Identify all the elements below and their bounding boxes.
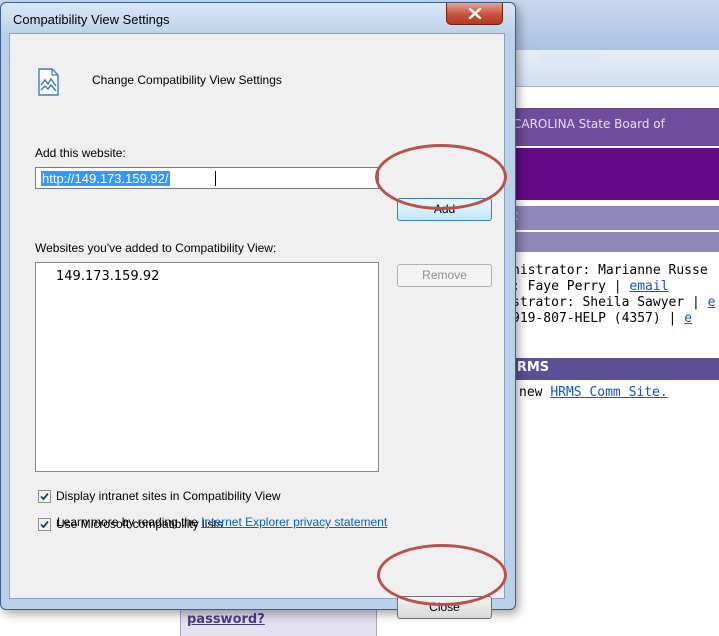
email-link-2[interactable]: e (708, 295, 716, 310)
close-x-icon (468, 8, 482, 19)
intranet-checkbox[interactable] (38, 490, 51, 503)
website-url-input[interactable]: http://149.173.159.92/ (35, 167, 379, 189)
dialog-titlebar[interactable]: Compatibility View Settings (1, 3, 515, 33)
url-selected-text: http://149.173.159.92/ (41, 171, 170, 186)
site-banner-text: CAROLINA State Board of (513, 117, 665, 131)
contact-line-4: 919-807-HELP (4357) | e (512, 311, 693, 326)
email-link-3[interactable]: e (684, 311, 692, 326)
privacy-statement-link[interactable]: Internet Explorer privacy statement (201, 515, 387, 529)
dialog-body: Change Compatibility View Settings Add t… (9, 33, 505, 619)
close-button[interactable]: Close (397, 596, 492, 619)
intranet-option-label[interactable]: Display intranet sites in Compatibility … (56, 489, 281, 503)
text-caret (215, 171, 216, 186)
compatibility-view-icon (36, 68, 60, 100)
add-website-label: Add this website: (35, 146, 126, 160)
site-header-band (505, 148, 719, 200)
contact-line-1: nistrator: Marianne Russe (512, 263, 708, 278)
checkmark-icon (40, 520, 49, 529)
hrms-line: new HRMS Comm Site. (519, 385, 668, 400)
close-x-button[interactable] (446, 3, 503, 25)
dialog-title: Compatibility View Settings (13, 12, 170, 27)
learn-more-text: Learn more by reading the Internet Explo… (57, 515, 388, 529)
email-link[interactable]: email (629, 279, 668, 294)
forgot-password-link[interactable]: password? (187, 612, 265, 627)
compatibility-view-dialog: Compatibility View Settings Change Compa… (0, 2, 516, 619)
ms-lists-checkbox[interactable] (38, 518, 51, 531)
website-list[interactable]: 149.173.159.92 (35, 262, 379, 472)
section-bar (505, 206, 719, 230)
remove-button[interactable]: Remove (397, 264, 492, 287)
contact-line-2: : Faye Perry | email (512, 279, 669, 294)
contact-list: nistrator: Marianne Russe : Faye Perry |… (512, 263, 716, 327)
section-bar-2 (505, 232, 719, 252)
browser-tab[interactable] (540, 54, 600, 68)
list-item[interactable]: 149.173.159.92 (56, 269, 159, 284)
hrms-comm-site-link[interactable]: HRMS Comm Site. (550, 385, 667, 400)
contact-line-3: strator: Sheila Sawyer | e (512, 295, 716, 310)
add-button[interactable]: Add (397, 198, 492, 221)
dialog-header-text: Change Compatibility View Settings (92, 73, 282, 87)
hrms-heading: IRMS (512, 360, 550, 375)
checkmark-icon (40, 492, 49, 501)
website-list-label: Websites you've added to Compatibility V… (35, 241, 277, 255)
